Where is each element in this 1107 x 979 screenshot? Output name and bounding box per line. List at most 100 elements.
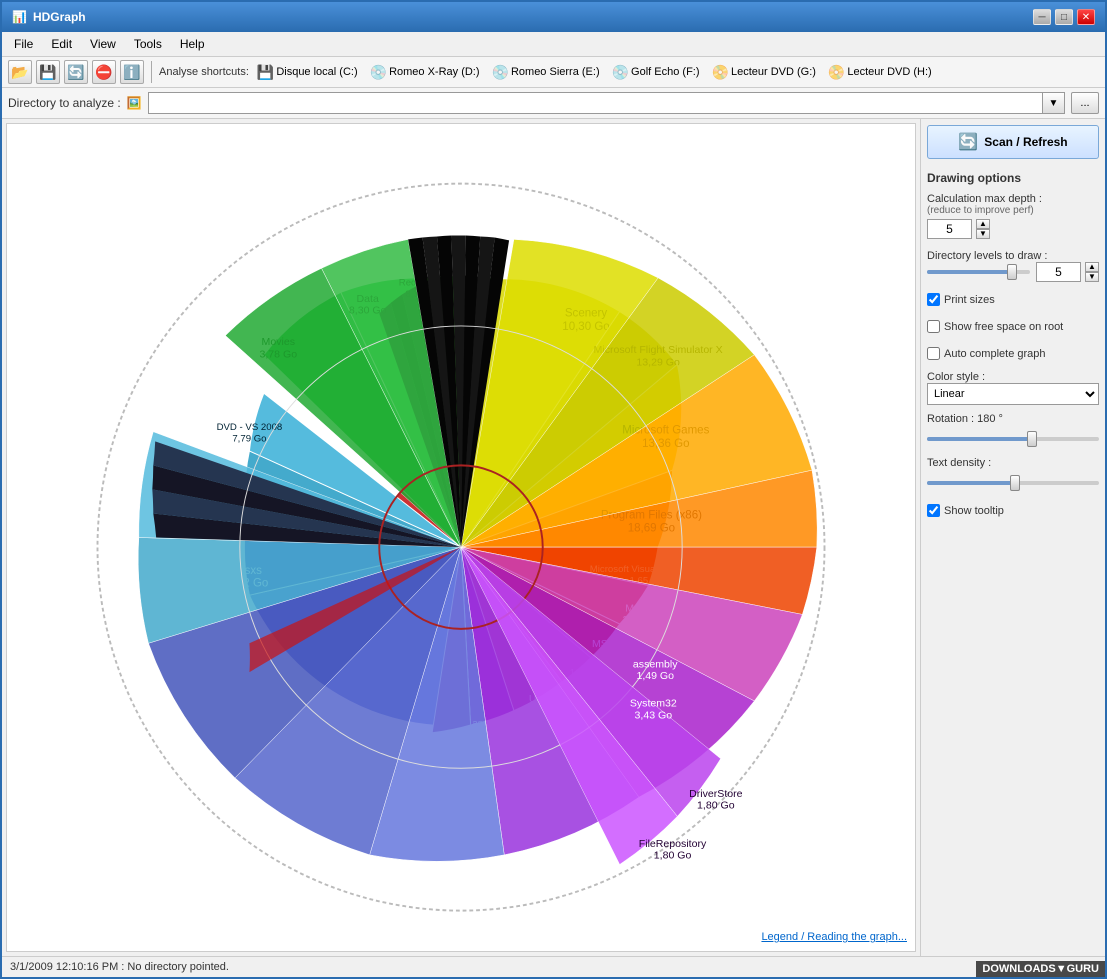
main-area: C:\ 69.02 Go Movies 3,78 Go Data 8,30 Go… [2,119,1105,956]
close-button[interactable]: ✕ [1077,9,1095,25]
minimize-button[interactable]: ─ [1033,9,1051,25]
svg-text:7,79 Go: 7,79 Go [232,433,266,444]
drive-e-icon: 💿 [492,64,509,81]
drive-f-label: Golf Echo (F:) [631,66,699,78]
show-free-space-checkbox[interactable] [927,320,940,333]
show-tooltip-row: Show tooltip [927,504,1099,517]
drive-f-icon: 💿 [612,64,629,81]
drive-c-icon: 💾 [257,64,274,81]
toolbar-stop-button[interactable]: ⛔ [92,60,116,84]
drive-e-label: Romeo Sierra (E:) [511,66,600,78]
show-free-space-row: Show free space on root [927,320,1099,333]
shortcut-c[interactable]: 💾 Disque local (C:) [253,62,362,83]
toolbar-separator [151,61,152,83]
directory-input-wrapper: ▼ [148,92,1065,114]
rotation-label: Rotation : 180 ° [927,413,1099,425]
dir-levels-spinner: 5 ▲ ▼ [1036,262,1099,282]
right-panel: 🔄 Scan / Refresh Drawing options Calcula… [920,119,1105,956]
directory-label: Directory to analyze : [8,96,121,110]
title-bar-left: 📊 HDGraph [12,10,86,24]
drive-c-label: Disque local (C:) [276,66,357,78]
menu-edit[interactable]: Edit [43,34,80,54]
color-style-select[interactable]: Linear Rainbow Custom [927,383,1099,405]
text-density-slider-container[interactable] [927,473,1099,493]
scan-label: Scan / Refresh [984,135,1067,149]
calc-depth-label: Calculation max depth : [927,193,1099,205]
calc-depth-spinner: 5 ▲ ▼ [927,219,1099,239]
dir-levels-spinner-buttons: ▲ ▼ [1085,262,1099,282]
svg-text:DriverStore: DriverStore [689,788,743,800]
menu-tools[interactable]: Tools [126,34,170,54]
text-density-slider-thumb[interactable] [1010,475,1020,491]
toolbar: 📂 💾 🔄 ⛔ ℹ️ Analyse shortcuts: 💾 Disque l… [2,57,1105,88]
status-bar: 3/1/2009 12:10:16 PM : No directory poin… [2,956,1105,977]
legend-area: Legend / Reading the graph... [761,929,907,943]
print-sizes-label: Print sizes [944,294,995,306]
title-bar: 📊 HDGraph ─ □ ✕ [2,2,1105,32]
text-density-label: Text density : [927,457,1099,469]
svg-text:1,80 Go: 1,80 Go [697,800,735,812]
color-style-section: Color style : Linear Rainbow Custom [927,371,1099,405]
dir-levels-input[interactable]: 5 [1036,262,1081,282]
print-sizes-checkbox[interactable] [927,293,940,306]
chart-svg: C:\ 69.02 Go Movies 3,78 Go Data 8,30 Go… [7,124,915,951]
app-window: 📊 HDGraph ─ □ ✕ File Edit View Tools Hel… [0,0,1107,979]
auto-complete-row: Auto complete graph [927,347,1099,360]
calc-depth-down[interactable]: ▼ [976,229,990,239]
scan-refresh-button[interactable]: 🔄 Scan / Refresh [927,125,1099,159]
dir-levels-label: Directory levels to draw : [927,250,1099,262]
shortcut-e[interactable]: 💿 Romeo Sierra (E:) [488,62,604,83]
drive-d-label: Romeo X-Ray (D:) [389,66,479,78]
dir-levels-slider-row: 5 ▲ ▼ [927,262,1099,282]
menu-bar: File Edit View Tools Help [2,32,1105,57]
dir-levels-slider-thumb[interactable] [1007,264,1017,280]
rotation-value: 180 ° [977,413,1003,425]
shortcut-f[interactable]: 💿 Golf Echo (F:) [608,62,704,83]
toolbar-refresh-button[interactable]: 🔄 [64,60,88,84]
shortcut-h[interactable]: 📀 Lecteur DVD (H:) [824,62,936,83]
auto-complete-label: Auto complete graph [944,348,1046,360]
dir-levels-down[interactable]: ▼ [1085,272,1099,282]
color-style-label: Color style : [927,371,1099,383]
drive-d-icon: 💿 [370,64,387,81]
toolbar-open-button[interactable]: 📂 [8,60,32,84]
directory-browse-button[interactable]: ... [1071,92,1099,114]
directory-icon: 🖼️ [127,96,142,110]
shortcut-d[interactable]: 💿 Romeo X-Ray (D:) [366,62,484,83]
show-tooltip-label: Show tooltip [944,505,1004,517]
toolbar-info-button[interactable]: ℹ️ [120,60,144,84]
menu-help[interactable]: Help [172,34,213,54]
rotation-slider-container[interactable] [927,429,1099,449]
legend-link[interactable]: Legend / Reading the graph... [761,931,907,943]
app-icon: 📊 [12,10,27,24]
show-tooltip-checkbox[interactable] [927,504,940,517]
drawing-options-title: Drawing options [927,171,1099,185]
menu-view[interactable]: View [82,34,124,54]
directory-dropdown[interactable]: ▼ [1043,92,1065,114]
directory-bar: Directory to analyze : 🖼️ ▼ ... [2,88,1105,119]
dir-levels-up[interactable]: ▲ [1085,262,1099,272]
calc-depth-input[interactable]: 5 [927,219,972,239]
rotation-slider-fill [927,437,1030,441]
toolbar-save-button[interactable]: 💾 [36,60,60,84]
auto-complete-checkbox[interactable] [927,347,940,360]
dir-levels-slider-container[interactable] [927,262,1030,282]
watermark-text: DOWNLOADS▼GURU [982,963,1099,975]
shortcut-g[interactable]: 📀 Lecteur DVD (G:) [708,62,820,83]
directory-input[interactable] [148,92,1043,114]
text-density-section: Text density : [927,457,1099,493]
show-free-space-label: Show free space on root [944,321,1063,333]
drive-g-icon: 📀 [712,64,729,81]
print-sizes-row: Print sizes [927,293,1099,306]
rotation-slider-thumb[interactable] [1027,431,1037,447]
dir-levels-slider-fill [927,270,1009,274]
title-bar-controls: ─ □ ✕ [1033,9,1095,25]
drive-g-label: Lecteur DVD (G:) [731,66,816,78]
maximize-button[interactable]: □ [1055,9,1073,25]
rotation-slider-track [927,437,1099,441]
calc-depth-up[interactable]: ▲ [976,219,990,229]
svg-text:System32: System32 [630,698,677,710]
menu-file[interactable]: File [6,34,41,54]
svg-text:1,80 Go: 1,80 Go [654,850,692,862]
watermark: DOWNLOADS▼GURU [976,961,1105,977]
